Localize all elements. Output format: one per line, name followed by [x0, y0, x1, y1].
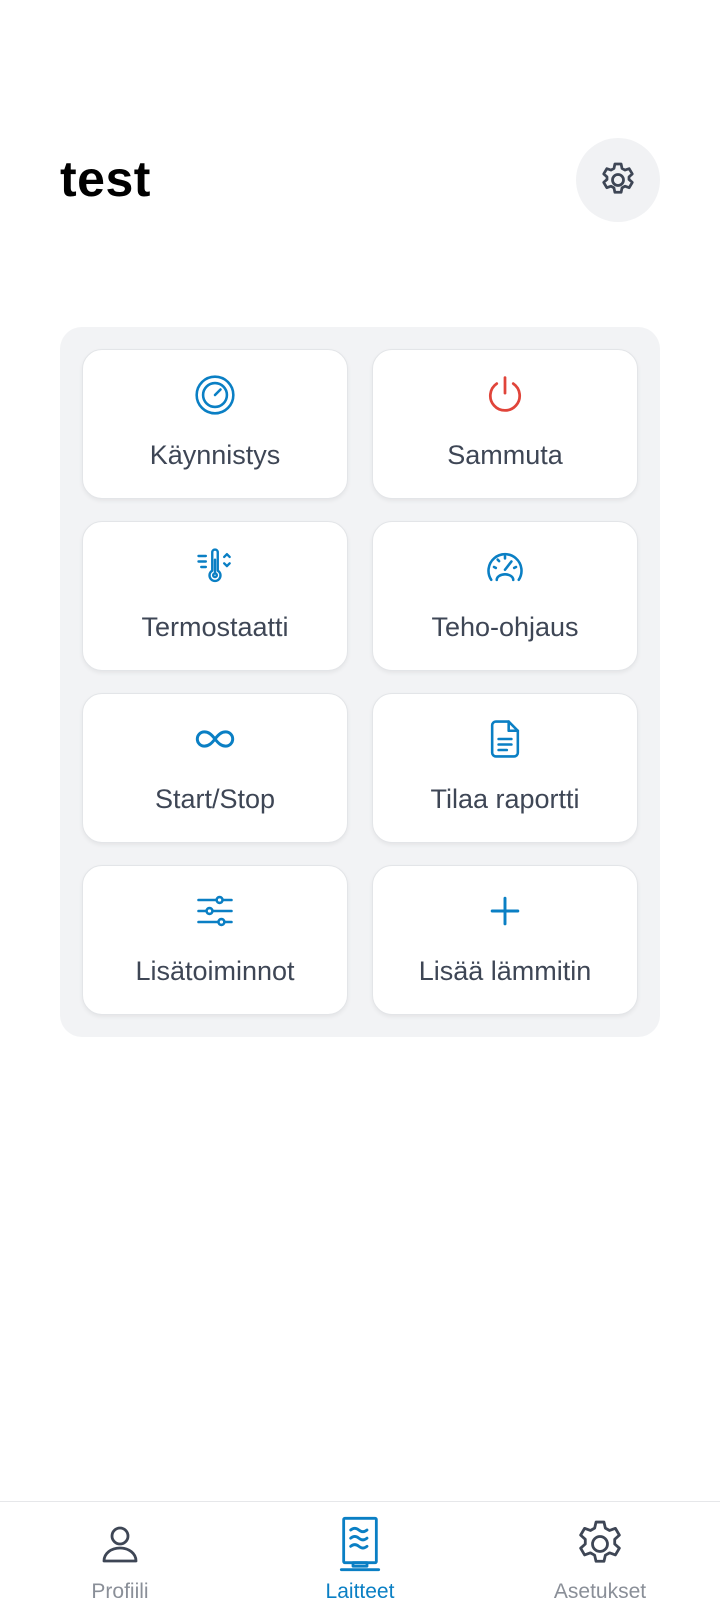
devices-screen: test Käynnistys Sammuta Termostaatti Teh…	[0, 0, 720, 1612]
gear-icon	[602, 162, 634, 194]
speedometer-icon	[482, 544, 528, 590]
bottom-nav: Profiili Laitteet Asetukset	[0, 1501, 720, 1612]
tile-start-stop[interactable]: Start/Stop	[82, 693, 348, 843]
header: test	[0, 0, 720, 260]
tile-label: Käynnistys	[149, 440, 281, 470]
tile-label: Start/Stop	[154, 784, 276, 814]
tile-teho-ohjaus[interactable]: Teho-ohjaus	[372, 521, 638, 671]
document-icon	[482, 716, 528, 762]
infinity-icon	[192, 716, 238, 762]
gauge-circle-icon	[192, 372, 238, 418]
page-title: test	[60, 151, 151, 207]
heater-icon	[332, 1516, 388, 1572]
tile-label: Termostaatti	[141, 612, 289, 642]
tile-lisaa-lammitin[interactable]: Lisää lämmitin	[372, 865, 638, 1015]
sliders-icon	[192, 888, 238, 934]
tile-label: Tilaa raportti	[430, 784, 580, 814]
tile-label: Lisätoiminnot	[135, 956, 295, 986]
tile-label: Lisää lämmitin	[418, 956, 592, 986]
quick-actions-grid: Käynnistys Sammuta Termostaatti Teho-ohj…	[82, 349, 638, 1015]
tile-label: Sammuta	[447, 440, 563, 470]
settings-button[interactable]	[576, 138, 660, 222]
thermometer-icon	[192, 544, 238, 590]
tile-label: Teho-ohjaus	[431, 612, 579, 642]
power-icon	[482, 372, 528, 418]
plus-icon	[482, 888, 528, 934]
nav-label: Profiili	[91, 1580, 149, 1603]
tile-kaynnistys[interactable]: Käynnistys	[82, 349, 348, 499]
tile-termostaatti[interactable]: Termostaatti	[82, 521, 348, 671]
tile-tilaa-raportti[interactable]: Tilaa raportti	[372, 693, 638, 843]
quick-actions-panel: Käynnistys Sammuta Termostaatti Teho-ohj…	[60, 327, 660, 1037]
nav-label: Asetukset	[553, 1580, 647, 1603]
nav-item-profiili[interactable]: Profiili	[0, 1502, 240, 1612]
nav-item-asetukset[interactable]: Asetukset	[480, 1502, 720, 1612]
gear-icon	[572, 1516, 628, 1572]
tile-lisatoiminnot[interactable]: Lisätoiminnot	[82, 865, 348, 1015]
user-icon	[92, 1516, 148, 1572]
nav-label: Laitteet	[325, 1580, 395, 1603]
tile-sammuta[interactable]: Sammuta	[372, 349, 638, 499]
nav-item-laitteet[interactable]: Laitteet	[240, 1502, 480, 1612]
